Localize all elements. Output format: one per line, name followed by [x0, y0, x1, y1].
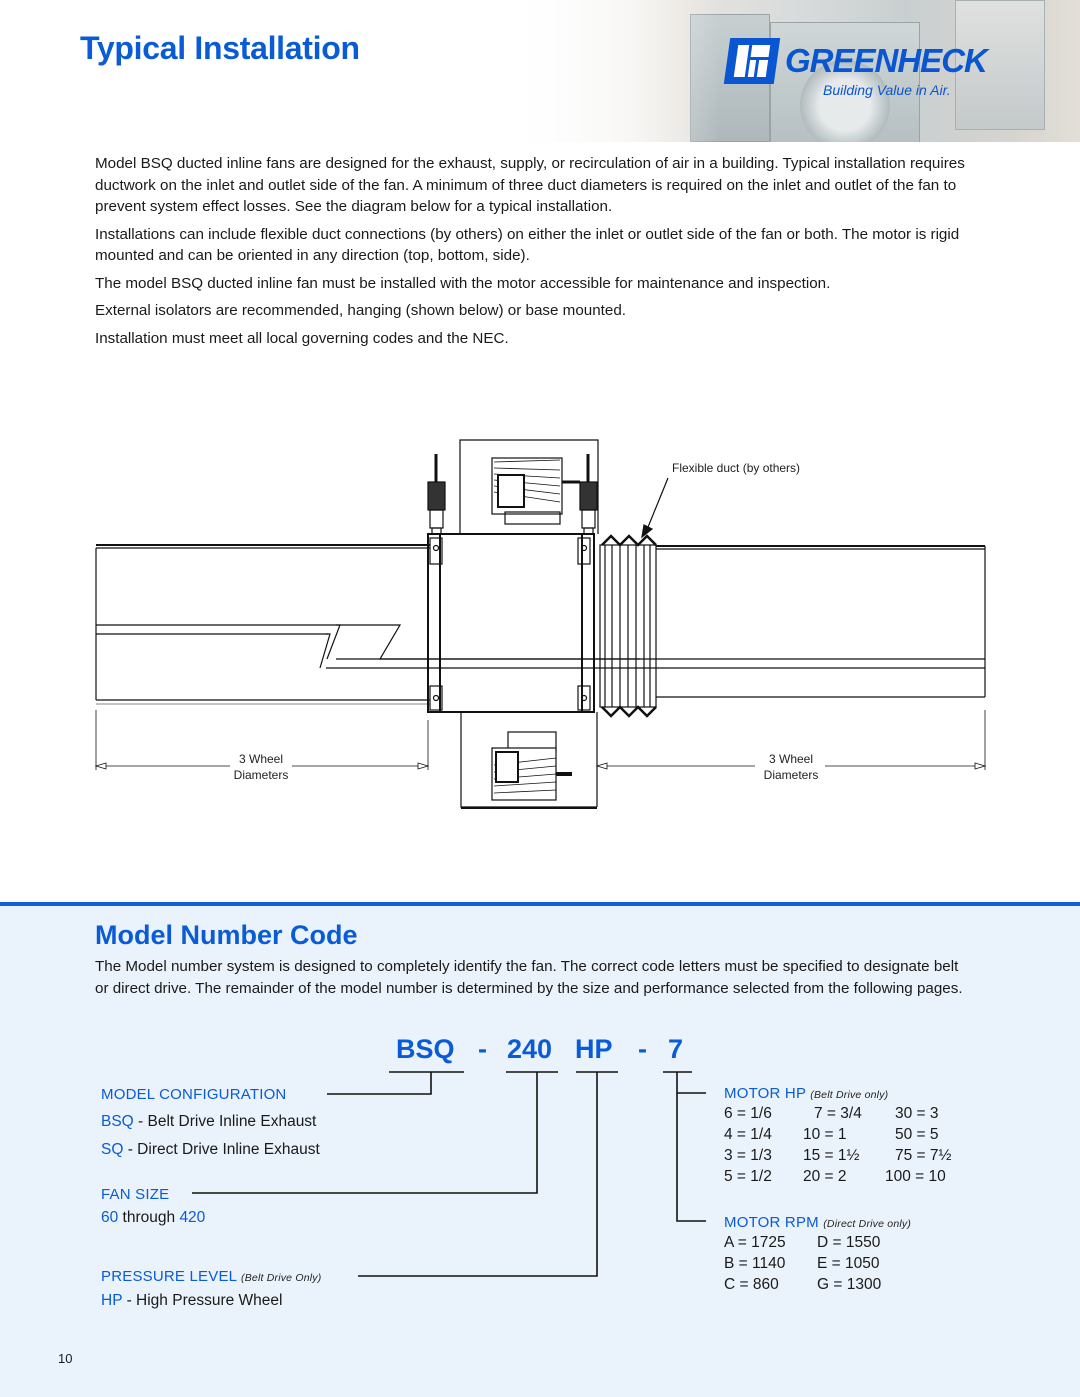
motor-hp-label: MOTOR HP (Belt Drive only): [724, 1085, 888, 1102]
isolator-left: [427, 454, 446, 535]
left-dimension-line1: 3 Wheel: [238, 752, 284, 766]
intro-paragraph: Installations can include flexible duct …: [95, 225, 960, 265]
intro-paragraph: The model BSQ ducted inline fan must be …: [95, 274, 831, 292]
motor-rpm-cell: E = 1050: [817, 1255, 880, 1272]
intro-paragraph: Model BSQ ducted inline fans are designe…: [95, 155, 965, 215]
greenheck-logo: GREENHECK Building Value in Air.: [723, 38, 988, 102]
flexible-duct: [599, 534, 657, 718]
config-option-desc: - Belt Drive Inline Exhaust: [133, 1113, 317, 1130]
motor-rpm-note: (Direct Drive only): [823, 1218, 912, 1230]
motor-rpm-cell: D = 1550: [817, 1234, 881, 1251]
model-number-code-section: Model Number Code The Model number syste…: [0, 902, 1080, 1397]
fan-size-min: 60: [101, 1209, 119, 1226]
config-option-desc: - Direct Drive Inline Exhaust: [123, 1141, 320, 1158]
config-option: BSQ - Belt Drive Inline Exhaust: [101, 1113, 316, 1131]
fan-size-through: through: [118, 1209, 180, 1226]
motor-hp-cell: 4 = 1/4: [724, 1126, 772, 1143]
motor-hp-row: 3 = 1/3 15 = 1½ 75 = 7½: [724, 1147, 984, 1168]
motor-rpm-label: MOTOR RPM (Direct Drive only): [724, 1214, 911, 1231]
pressure-option-desc: - High Pressure Wheel: [122, 1292, 283, 1309]
installation-diagram: Flexible duct (by others) 3 Wheel Diamet…: [0, 430, 1080, 820]
motor-rpm-table: A = 1725 D = 1550 B = 1140 E = 1050 C = …: [724, 1234, 924, 1297]
motor-rpm-cell: B = 1140: [724, 1255, 786, 1272]
brand-name: GREENHECK: [785, 42, 988, 79]
motor-hp-cell: 3 = 1/3: [724, 1147, 772, 1164]
isolator-right: [579, 454, 598, 535]
motor-hp-row: 4 = 1/4 10 = 1 50 = 5: [724, 1126, 984, 1147]
motor-rpm-cell: G = 1300: [817, 1276, 882, 1293]
config-option: SQ - Direct Drive Inline Exhaust: [101, 1141, 320, 1159]
right-dimension-line1: 3 Wheel: [768, 752, 814, 766]
right-dimension-label: 3 Wheel Diameters: [752, 751, 830, 783]
model-configuration-label: MODEL CONFIGURATION: [101, 1086, 287, 1103]
greenheck-logo-icon: [723, 38, 781, 84]
pressure-level-note: (Belt Drive Only): [241, 1272, 322, 1284]
motor-hp-note: (Belt Drive only): [810, 1089, 889, 1101]
motor-hp-table: 6 = 1/6 7 = 3/4 30 = 3 4 = 1/4 10 = 1 50…: [724, 1105, 984, 1189]
motor-rpm-cell: A = 1725: [724, 1234, 786, 1251]
motor-hp-cell: 15 = 1½: [803, 1147, 860, 1164]
config-option-code: SQ: [101, 1141, 124, 1158]
fan-size-label: FAN SIZE: [101, 1186, 170, 1203]
right-dimension-line2: Diameters: [763, 768, 819, 782]
motor-hp-cell: 7 = 3/4: [814, 1105, 862, 1122]
motor-hp-cell: 75 = 7½: [895, 1147, 952, 1164]
motor-hp-title: MOTOR HP: [724, 1085, 806, 1102]
motor-rpm-title: MOTOR RPM: [724, 1214, 819, 1231]
motor-hp-row: 6 = 1/6 7 = 3/4 30 = 3: [724, 1105, 984, 1126]
motor-hp-cell: 6 = 1/6: [724, 1105, 772, 1122]
pressure-level-title: PRESSURE LEVEL: [101, 1268, 237, 1285]
intro-paragraph: External isolators are recommended, hang…: [95, 302, 627, 319]
motor-hp-cell: 5 = 1/2: [724, 1168, 772, 1185]
brand-tagline: Building Value in Air.: [823, 82, 951, 98]
bottom-motor: [460, 712, 598, 809]
page-title: Typical Installation: [80, 30, 360, 66]
fan-housing: [338, 533, 640, 713]
pressure-option: HP - High Pressure Wheel: [101, 1292, 283, 1310]
fan-size-max: 420: [179, 1209, 206, 1226]
config-option-code: BSQ: [101, 1113, 134, 1130]
motor-hp-cell: 50 = 5: [895, 1126, 939, 1143]
intro-text: Model BSQ ducted inline fans are designe…: [95, 153, 975, 355]
motor-hp-cell: 30 = 3: [895, 1105, 939, 1122]
motor-rpm-cell: C = 860: [724, 1276, 779, 1293]
motor-hp-cell: 20 = 2: [803, 1168, 847, 1185]
motor-hp-cell: 100 = 10: [885, 1168, 946, 1185]
installation-drawing: [94, 439, 987, 809]
motor-rpm-row: C = 860 G = 1300: [724, 1276, 924, 1297]
intro-paragraph: Installation must meet all local governi…: [95, 329, 509, 347]
left-dimension-label: 3 Wheel Diameters: [222, 751, 300, 783]
pressure-option-code: HP: [101, 1292, 123, 1309]
motor-hp-row: 5 = 1/2 20 = 2 100 = 10: [724, 1168, 984, 1189]
flex-duct-label: Flexible duct (by others): [672, 461, 801, 475]
motor-hp-cell: 10 = 1: [803, 1126, 847, 1143]
top-motor: [459, 439, 599, 534]
fan-size-range: 60 through 420: [101, 1209, 205, 1227]
outlet-duct: [656, 545, 986, 698]
page-number: 10: [58, 1351, 73, 1366]
pressure-level-label: PRESSURE LEVEL (Belt Drive Only): [101, 1268, 321, 1285]
motor-rpm-row: A = 1725 D = 1550: [724, 1234, 924, 1255]
motor-rpm-row: B = 1140 E = 1050: [724, 1255, 924, 1276]
left-dimension-line2: Diameters: [233, 768, 289, 782]
